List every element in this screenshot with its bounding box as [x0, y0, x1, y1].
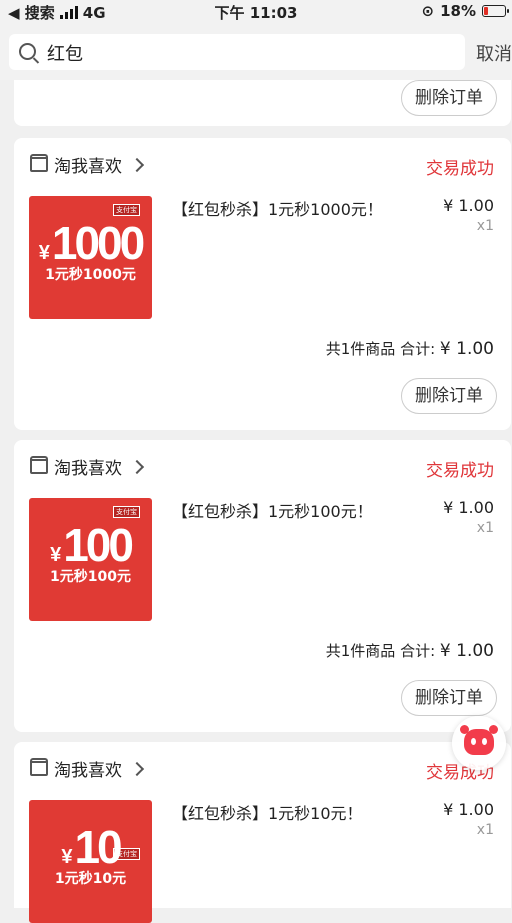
- shop-icon: [30, 758, 48, 776]
- status-right: ⊙ 18%: [421, 2, 509, 20]
- thumb-amount: ¥100: [50, 519, 134, 571]
- item-count: 共1件商品: [325, 642, 396, 660]
- order-card-partial: 删除订单: [14, 80, 511, 126]
- order-total: 共1件商品 合计: ¥ 1.00: [326, 640, 494, 661]
- battery-icon: [482, 5, 509, 17]
- thumb-amount: ¥10: [61, 821, 122, 873]
- chevron-right-icon: [129, 761, 145, 776]
- chevron-right-icon: [129, 157, 145, 172]
- order-status: 交易成功: [426, 159, 494, 179]
- shop-name: 淘我喜欢: [54, 157, 122, 177]
- chevron-right-icon: [129, 459, 145, 474]
- order-card[interactable]: 淘我喜欢 交易成功 支付宝 ¥1000 1元秒1000元 【红包秒杀】1元秒10…: [14, 138, 511, 430]
- total-label: 合计:: [400, 340, 436, 358]
- total-value: ¥ 1.00: [439, 339, 494, 359]
- shop-link[interactable]: 淘我喜欢: [30, 756, 145, 781]
- product-qty: x1: [476, 822, 494, 838]
- delete-order-button[interactable]: 删除订单: [401, 680, 497, 716]
- delete-order-button[interactable]: 删除订单: [401, 378, 497, 414]
- shop-name: 淘我喜欢: [54, 459, 122, 479]
- shop-icon: [30, 456, 48, 474]
- product-qty: x1: [476, 218, 494, 234]
- product-title[interactable]: 【红包秒杀】1元秒10元！: [172, 800, 412, 824]
- cancel-button[interactable]: 取消: [476, 40, 512, 66]
- alipay-tag: 支付宝: [113, 204, 140, 216]
- product-thumbnail[interactable]: 支付宝 ¥100 1元秒100元: [29, 498, 152, 621]
- assistant-float-button[interactable]: [452, 716, 506, 770]
- battery-percent: 18%: [440, 2, 476, 20]
- thumb-amount: ¥1000: [38, 217, 145, 269]
- thumb-subtitle: 1元秒1000元: [45, 267, 136, 283]
- delete-order-button[interactable]: 删除订单: [401, 80, 497, 116]
- shop-link[interactable]: 淘我喜欢: [30, 454, 145, 479]
- total-label: 合计:: [400, 642, 436, 660]
- product-thumbnail[interactable]: 支付宝 ¥10 1元秒10元: [29, 800, 152, 923]
- product-price: ¥ 1.00: [443, 800, 494, 819]
- rotation-lock-icon: ⊙: [421, 2, 435, 20]
- product-title[interactable]: 【红包秒杀】1元秒1000元！: [172, 196, 412, 220]
- thumb-subtitle: 1元秒100元: [50, 569, 131, 585]
- status-bar: ◀ 搜索 4G 下午 11:03 ⊙ 18%: [0, 0, 512, 24]
- order-status: 交易成功: [426, 461, 494, 481]
- product-qty: x1: [476, 520, 494, 536]
- order-total: 共1件商品 合计: ¥ 1.00: [326, 338, 494, 359]
- product-thumbnail[interactable]: 支付宝 ¥1000 1元秒1000元: [29, 196, 152, 319]
- order-card[interactable]: 淘我喜欢 交易成功 支付宝 ¥10 1元秒10元 【红包秒杀】1元秒10元！ ¥…: [14, 742, 511, 923]
- order-card[interactable]: 淘我喜欢 交易成功 支付宝 ¥100 1元秒100元 【红包秒杀】1元秒100元…: [14, 440, 511, 732]
- search-query[interactable]: 红包: [47, 40, 83, 66]
- product-price: ¥ 1.00: [443, 196, 494, 215]
- product-title[interactable]: 【红包秒杀】1元秒100元！: [172, 498, 412, 522]
- shop-link[interactable]: 淘我喜欢: [30, 152, 145, 177]
- search-icon: [19, 43, 36, 60]
- thumb-subtitle: 1元秒10元: [54, 871, 127, 887]
- shop-icon: [30, 154, 48, 172]
- item-count: 共1件商品: [325, 340, 396, 358]
- search-input[interactable]: 红包: [9, 34, 465, 70]
- product-price: ¥ 1.00: [443, 498, 494, 517]
- assistant-mascot-icon: [464, 729, 494, 755]
- search-bar: 红包 取消: [0, 24, 512, 80]
- shop-name: 淘我喜欢: [54, 761, 122, 781]
- total-value: ¥ 1.00: [439, 641, 494, 661]
- alipay-tag: 支付宝: [113, 506, 140, 518]
